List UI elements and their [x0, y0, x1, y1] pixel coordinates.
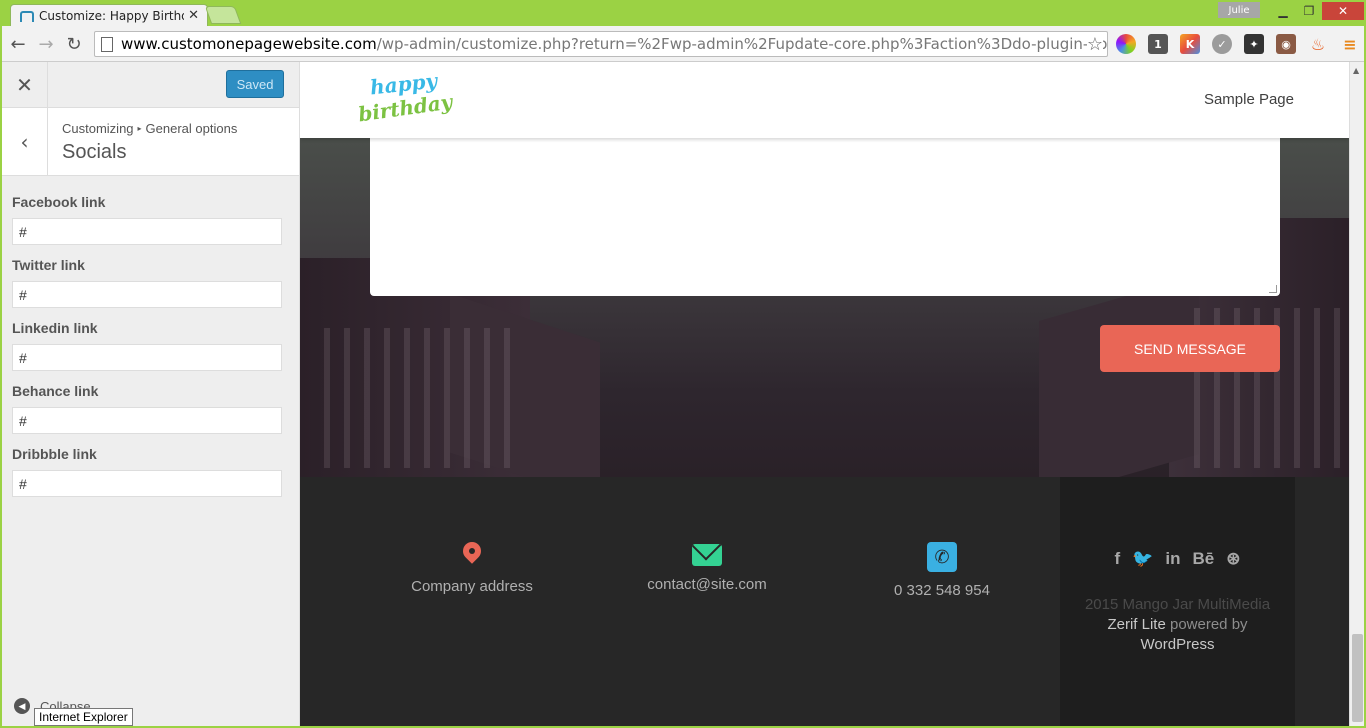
tab-strip: Customize: Happy Birthday ✕ Julie ▁ ❐ ✕: [2, 2, 1364, 26]
envelope-icon: [692, 544, 722, 566]
linkedin-link-label: Linkedin link: [12, 320, 98, 336]
twitter-icon[interactable]: 🐦: [1132, 549, 1153, 569]
behance-control: Behance link: [12, 383, 289, 434]
email-text[interactable]: contact@site.com: [607, 576, 807, 593]
footer-email: contact@site.com: [607, 542, 807, 593]
fire-icon[interactable]: ♨: [1308, 34, 1328, 54]
facebook-link-label: Facebook link: [12, 194, 106, 210]
footer-social: f 🐦 in Bē ⊛ 2015 Mango Jar MultiMedia Ze…: [1060, 477, 1295, 726]
wordpress-link[interactable]: WordPress: [1060, 635, 1295, 655]
phone-text: 0 332 548 954: [894, 582, 990, 599]
twitter-link-label: Twitter link: [12, 257, 85, 273]
minimize-icon[interactable]: ▁: [1270, 2, 1296, 20]
counter-icon[interactable]: 1: [1148, 34, 1168, 54]
forward-arrow-icon[interactable]: →: [36, 34, 56, 55]
social-icons: f 🐦 in Bē ⊛: [1060, 549, 1295, 569]
facebook-icon[interactable]: f: [1115, 549, 1121, 569]
scroll-up-icon[interactable]: ▲: [1353, 66, 1359, 75]
menu-item-sample-page[interactable]: Sample Page: [1204, 91, 1294, 108]
tab-title: Customize: Happy Birthday: [39, 8, 184, 23]
color-wheel-icon[interactable]: [1116, 34, 1136, 54]
building-right-front: [1039, 275, 1199, 477]
window-close-icon[interactable]: ✕: [1322, 2, 1364, 20]
linkedin-control: Linkedin link: [12, 320, 289, 371]
section-header: ‹ Customizing ▸ General options Socials: [2, 108, 299, 176]
building-windows-left: [310, 328, 510, 468]
socials-controls: Facebook link Twitter link Linkedin link…: [2, 176, 299, 497]
facebook-link-input[interactable]: [12, 218, 282, 245]
dribbble-control: Dribbble link: [12, 446, 289, 497]
menu-icon[interactable]: ≡: [1340, 34, 1360, 54]
customizer-panel: ✕ Saved ‹ Customizing ▸ General options So…: [2, 62, 300, 726]
preview-scrollbar[interactable]: ▲: [1349, 62, 1364, 726]
saved-button[interactable]: Saved: [226, 70, 284, 98]
copyright-company: 2015 Mango Jar MultiMedia: [1084, 596, 1271, 613]
bookmark-star-icon[interactable]: ☆: [1086, 34, 1103, 55]
twitter-link-input[interactable]: [12, 281, 282, 308]
site-footer: Company address contact@site.com ✆ 0 332…: [300, 477, 1349, 726]
profile-badge[interactable]: Julie: [1218, 2, 1260, 18]
address-bar[interactable]: www.customonepagewebsite.com/wp-admin/cu…: [94, 31, 1108, 57]
powered-by-text: powered by: [1169, 616, 1248, 633]
k-icon[interactable]: K: [1180, 34, 1200, 54]
collapse-arrow-icon: ◀: [14, 698, 30, 714]
behance-link-input[interactable]: [12, 407, 282, 434]
url-host: www.customonepagewebsite.com: [121, 35, 377, 53]
linkedin-icon[interactable]: in: [1165, 549, 1180, 569]
address-text: Company address: [411, 578, 533, 595]
puzzle-icon[interactable]: ✦: [1244, 34, 1264, 54]
linkedin-link-input[interactable]: [12, 344, 282, 371]
resize-grip-icon[interactable]: [1269, 285, 1277, 293]
copyright: 2015 Mango Jar MultiMedia Zerif Lite pow…: [1060, 595, 1295, 655]
facebook-control: Facebook link: [12, 194, 289, 245]
dribbble-link-input[interactable]: [12, 470, 282, 497]
check-shield-icon[interactable]: ✓: [1212, 34, 1232, 54]
url-path: /wp-admin/customize.php?return=%2Fwp-adm…: [376, 35, 1108, 53]
site-header: happy birthday Sample Page: [300, 62, 1349, 138]
behance-link-label: Behance link: [12, 383, 99, 399]
breadcrumb-root: Customizing: [62, 121, 134, 136]
tooltip: Internet Explorer: [34, 708, 133, 726]
wordpress-favicon-icon: [19, 10, 34, 22]
chevron-left-icon[interactable]: ‹: [2, 108, 48, 176]
breadcrumb: Customizing ▸ General options: [62, 121, 237, 136]
footer-address: Company address: [372, 542, 572, 595]
message-textarea[interactable]: [370, 138, 1280, 296]
browser-toolbar: ← → ↻ www.customonepagewebsite.com/wp-ad…: [2, 26, 1364, 62]
tab-close-icon[interactable]: ✕: [188, 8, 199, 23]
phone-icon: ✆: [927, 542, 957, 572]
scroll-thumb[interactable]: [1352, 634, 1363, 722]
reload-icon[interactable]: ↻: [64, 34, 84, 55]
dribbble-link-label: Dribbble link: [12, 446, 97, 462]
twitter-control: Twitter link: [12, 257, 289, 308]
restore-icon[interactable]: ❐: [1296, 2, 1322, 20]
site-preview: happy birthday Sample Page SEND MESSAGE …: [300, 62, 1349, 726]
behance-icon[interactable]: Bē: [1192, 549, 1214, 569]
browser-tab[interactable]: Customize: Happy Birthday ✕: [10, 4, 208, 26]
send-message-button[interactable]: SEND MESSAGE: [1100, 325, 1280, 372]
breadcrumb-separator-icon: ▸: [137, 124, 142, 133]
close-customizer-icon[interactable]: ✕: [2, 62, 48, 108]
page-icon: [101, 36, 113, 52]
customizer-header: ✕ Saved: [2, 62, 299, 108]
back-arrow-icon[interactable]: ←: [8, 34, 28, 55]
theme-link[interactable]: Zerif Lite: [1107, 616, 1165, 633]
breadcrumb-section: General options: [145, 121, 238, 136]
instagram-icon[interactable]: ◉: [1276, 34, 1296, 54]
site-logo[interactable]: happy birthday: [356, 69, 454, 130]
map-pin-icon: [463, 542, 481, 568]
section-title: Socials: [62, 141, 127, 163]
new-tab-button[interactable]: [204, 6, 242, 24]
contact-section: SEND MESSAGE: [300, 138, 1349, 477]
dribbble-icon[interactable]: ⊛: [1226, 549, 1240, 569]
footer-phone: ✆ 0 332 548 954: [842, 542, 1042, 599]
